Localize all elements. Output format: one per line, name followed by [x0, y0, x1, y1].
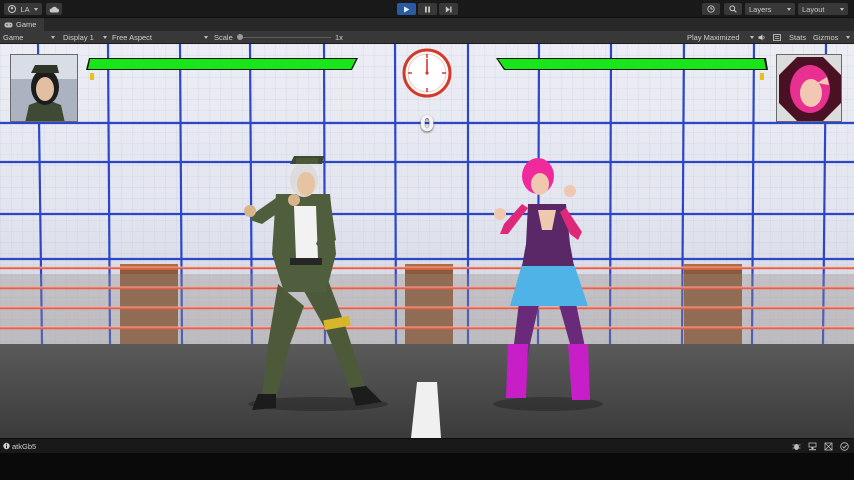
- layers-label: Layers: [749, 4, 772, 14]
- bleachers: [0, 264, 854, 344]
- display-label: Display 1: [63, 32, 94, 42]
- round-timer-value: 0: [419, 112, 435, 136]
- speaker-icon: [758, 34, 765, 40]
- view-mode-dropdown[interactable]: Game: [3, 31, 55, 43]
- bug-icon[interactable]: [792, 442, 801, 451]
- player1-meter-pip: [90, 73, 94, 80]
- main-toolbar: LA Layers Layout: [0, 0, 854, 18]
- tab-game[interactable]: Game: [0, 18, 44, 31]
- display-dropdown[interactable]: Display 1: [63, 31, 107, 43]
- player1-health-bar: [86, 58, 358, 80]
- game-viewport[interactable]: 0: [0, 44, 854, 438]
- account-label: LA: [20, 4, 30, 14]
- aspect-dropdown[interactable]: Free Aspect: [112, 31, 208, 43]
- fighting-game-scene: [0, 44, 854, 438]
- aspect-label: Free Aspect: [112, 32, 153, 42]
- pause-button[interactable]: [418, 3, 437, 15]
- status-message: atkGb5: [12, 442, 37, 451]
- step-button[interactable]: [439, 3, 458, 15]
- network-icon[interactable]: [808, 442, 817, 451]
- checkmark-icon[interactable]: [840, 442, 849, 451]
- search-button[interactable]: [724, 3, 742, 15]
- chevron-down-icon: [787, 7, 791, 11]
- female-soldier-portrait-icon: [11, 55, 77, 121]
- play-button[interactable]: [397, 3, 416, 15]
- mute-audio-button[interactable]: [758, 31, 766, 43]
- history-button[interactable]: [702, 3, 720, 15]
- account-icon: [8, 5, 17, 13]
- gizmos-dropdown[interactable]: Gizmos: [813, 31, 850, 43]
- chevron-down-icon: [750, 35, 754, 39]
- scale-slider-handle[interactable]: [237, 34, 243, 40]
- view-mode-label: Game: [3, 32, 24, 42]
- layout-dropdown[interactable]: Layout: [798, 3, 848, 15]
- play-mode-label: Play Maximized: [687, 32, 740, 42]
- pink-hair-fighter-portrait-icon: [777, 55, 841, 121]
- cloud-button[interactable]: [46, 3, 62, 15]
- chevron-down-icon: [846, 35, 850, 39]
- player2-meter-pip: [760, 73, 764, 80]
- round-timer-clock-icon: [402, 48, 452, 98]
- chevron-down-icon: [51, 35, 55, 39]
- chevron-down-icon: [33, 7, 38, 11]
- pause-icon: [425, 6, 430, 12]
- chevron-down-icon: [103, 35, 107, 39]
- stats-options-button[interactable]: [773, 31, 781, 43]
- cloud-icon: [49, 6, 59, 12]
- layers-dropdown[interactable]: Layers: [745, 3, 795, 15]
- game-controller-icon: [4, 22, 13, 27]
- status-bar: atkGb5: [0, 438, 854, 453]
- package-icon[interactable]: [824, 442, 833, 451]
- layout-label: Layout: [802, 4, 825, 14]
- chevron-down-icon: [840, 7, 844, 11]
- step-icon: [445, 6, 452, 12]
- play-mode-dropdown[interactable]: Play Maximized: [687, 31, 754, 43]
- scale-slider-track[interactable]: [239, 36, 331, 38]
- account-dropdown[interactable]: LA: [4, 3, 42, 15]
- game-view-controls: Game Display 1 Free Aspect Scale 1x Play…: [0, 31, 854, 44]
- scale-value: 1x: [335, 32, 343, 42]
- play-icon: [404, 6, 410, 12]
- window-tab-bar: Game: [0, 18, 854, 31]
- gizmos-label: Gizmos: [813, 32, 839, 42]
- stats-button[interactable]: Stats: [789, 31, 806, 43]
- chevron-down-icon: [204, 35, 208, 39]
- player1-portrait: [10, 54, 78, 122]
- scale-label: Scale: [214, 32, 233, 42]
- list-icon: [773, 33, 781, 41]
- search-icon: [729, 5, 737, 13]
- tab-game-label: Game: [16, 20, 37, 29]
- info-icon: [3, 442, 10, 450]
- player2-health-bar: [496, 58, 768, 80]
- letterbox-area: [0, 453, 854, 480]
- player2-portrait: [776, 54, 842, 122]
- history-icon: [707, 5, 715, 13]
